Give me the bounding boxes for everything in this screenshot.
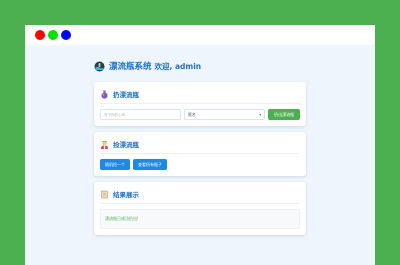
main-content: 漂流瓶系统 欢迎, admin 扔漂流瓶 匿名 ▾: [94, 59, 306, 235]
close-window-dot[interactable]: [35, 30, 45, 40]
result-card-title: 结果展示: [100, 188, 300, 200]
result-message: 漂流瓶已成功扔出!: [105, 216, 139, 221]
result-card-title-text: 结果展示: [113, 191, 139, 199]
throw-bottle-card: 扔漂流瓶 匿名 ▾ 扔出漂流瓶: [94, 82, 306, 126]
anonymity-select[interactable]: 匿名 ▾: [184, 109, 266, 120]
throw-card-title: 扔漂流瓶: [100, 88, 300, 100]
pick-card-title-text: 捡漂流瓶: [113, 141, 139, 149]
throw-bottle-button[interactable]: 扔出漂流瓶: [268, 109, 300, 120]
result-card: 结果展示 漂流瓶已成功扔出!: [94, 182, 306, 235]
window-titlebar: [25, 25, 375, 45]
page-header: 漂流瓶系统 欢迎, admin: [94, 59, 306, 73]
pick-card-divider: [100, 153, 300, 154]
throw-card-title-text: 扔漂流瓶: [113, 91, 139, 99]
chevron-down-icon: ▾: [259, 112, 262, 117]
throw-card-divider: [100, 103, 300, 104]
anonymity-select-value: 匿名: [188, 111, 196, 117]
pick-buttons-row: 随机捡一个 查看所有瓶子: [100, 159, 300, 170]
minimize-window-dot[interactable]: [61, 30, 71, 40]
browser-window: 漂流瓶系统 欢迎, admin 扔漂流瓶 匿名 ▾: [25, 25, 375, 265]
pick-card-title: 捡漂流瓶: [100, 138, 300, 150]
page-title: 漂流瓶系统: [109, 62, 152, 72]
result-card-divider: [100, 203, 300, 204]
throw-form-row: 匿名 ▾ 扔出漂流瓶: [100, 109, 300, 120]
welcome-text: 欢迎, admin: [154, 61, 202, 71]
view-all-bottles-button[interactable]: 查看所有瓶子: [133, 159, 167, 170]
scroll-icon: [100, 190, 109, 199]
pick-random-button[interactable]: 随机捡一个: [100, 159, 130, 170]
bottle-logo-icon: [94, 61, 105, 72]
message-input[interactable]: [100, 109, 182, 120]
result-message-box: 漂流瓶已成功扔出!: [100, 209, 300, 229]
person-icon: [100, 140, 109, 149]
pick-bottle-card: 捡漂流瓶 随机捡一个 查看所有瓶子: [94, 132, 306, 176]
maximize-window-dot[interactable]: [48, 30, 58, 40]
bottle-icon: [100, 90, 109, 99]
